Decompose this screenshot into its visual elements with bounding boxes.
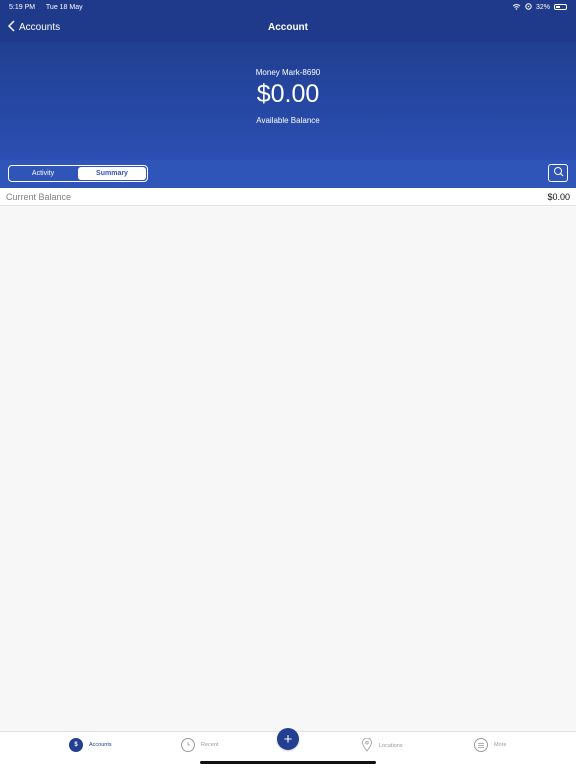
status-right: 32% bbox=[512, 2, 567, 12]
account-name: Money Mark-8690 bbox=[255, 68, 321, 77]
tab-label-accounts: Accounts bbox=[89, 742, 112, 748]
activity-summary-segmented-control: Activity Summary bbox=[8, 165, 148, 182]
battery-icon bbox=[554, 4, 567, 10]
summary-tab[interactable]: Summary bbox=[78, 167, 146, 180]
search-icon bbox=[553, 164, 564, 182]
activity-tab[interactable]: Activity bbox=[9, 166, 77, 181]
available-balance-label: Available Balance bbox=[256, 116, 320, 125]
current-balance-label: Current Balance bbox=[6, 191, 72, 202]
tab-label-recent: Recent bbox=[201, 742, 219, 748]
wifi-icon bbox=[512, 3, 521, 12]
summary-row-current-balance: Current Balance $0.00 bbox=[0, 188, 576, 206]
tab-label-more: More bbox=[494, 742, 507, 748]
clock-icon bbox=[181, 738, 195, 752]
tab-more[interactable]: More bbox=[474, 738, 507, 752]
tab-label-locations: Locations bbox=[379, 743, 403, 749]
menu-icon bbox=[474, 738, 488, 752]
status-time: 5:19 PM bbox=[9, 3, 36, 11]
tab-locations[interactable]: Locations bbox=[361, 737, 403, 754]
status-bar: 5:19 PM Tue 18 May 32% bbox=[0, 0, 576, 14]
current-balance-value: $0.00 bbox=[547, 191, 570, 202]
segment-bar: Activity Summary bbox=[0, 160, 576, 188]
balance-header: Money Mark-8690 $0.00 Available Balance bbox=[0, 42, 576, 160]
status-left: 5:19 PM Tue 18 May bbox=[9, 4, 92, 11]
add-button[interactable]: + bbox=[277, 728, 299, 750]
page-title: Account bbox=[268, 22, 308, 33]
location-pin-icon bbox=[361, 737, 373, 754]
summary-content: Current Balance $0.00 bbox=[0, 188, 576, 731]
tab-accounts[interactable]: $ Accounts bbox=[69, 738, 112, 752]
location-status-icon bbox=[525, 2, 532, 12]
battery-percent: 32% bbox=[535, 3, 550, 11]
tab-recent[interactable]: Recent bbox=[181, 738, 218, 752]
dollar-icon: $ bbox=[69, 738, 83, 752]
status-date: Tue 18 May bbox=[45, 3, 83, 11]
home-indicator bbox=[200, 761, 376, 764]
available-balance-value: $0.00 bbox=[256, 80, 320, 108]
nav-bar: Accounts Account bbox=[0, 14, 576, 42]
search-button[interactable] bbox=[548, 164, 568, 182]
